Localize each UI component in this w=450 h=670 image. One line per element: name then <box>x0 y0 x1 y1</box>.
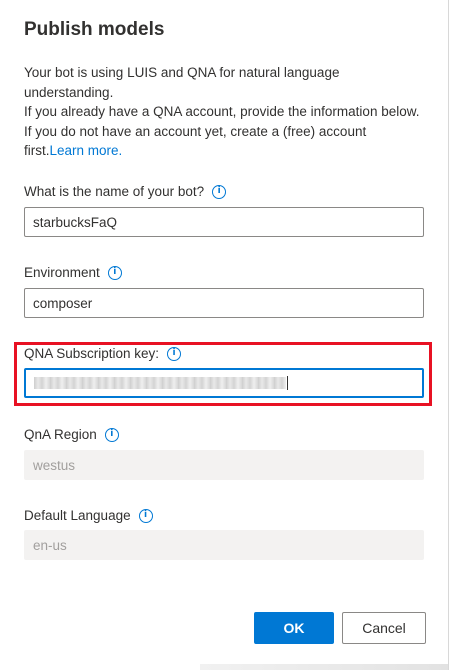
qna-key-input[interactable] <box>24 368 424 398</box>
region-input: westus <box>24 450 424 480</box>
qna-key-label-text: QNA Subscription key: <box>24 346 160 361</box>
bot-name-label: What is the name of your bot? i <box>24 184 227 199</box>
environment-value: composer <box>33 295 93 311</box>
bot-name-value: starbucksFaQ <box>33 214 118 230</box>
info-icon[interactable]: i <box>104 427 119 442</box>
info-icon[interactable]: i <box>107 265 122 280</box>
description-line-2: If you already have a QNA account, provi… <box>24 102 424 161</box>
description-line-1: Your bot is using LUIS and QNA for natur… <box>24 65 340 100</box>
dialog-description: Your bot is using LUIS and QNA for natur… <box>24 63 424 161</box>
dialog-title: Publish models <box>24 19 165 40</box>
qna-key-label: QNA Subscription key: i <box>24 346 182 361</box>
qna-key-masked-value <box>34 377 286 389</box>
language-label: Default Language i <box>24 508 153 523</box>
region-value: westus <box>33 457 76 473</box>
environment-label-text: Environment <box>24 265 100 280</box>
ok-button[interactable]: OK <box>254 612 334 644</box>
cancel-button[interactable]: Cancel <box>342 612 426 644</box>
language-input: en-us <box>24 530 424 560</box>
region-label-text: QnA Region <box>24 427 97 442</box>
info-icon[interactable]: i <box>167 346 182 361</box>
info-icon[interactable]: i <box>138 508 153 523</box>
language-value: en-us <box>33 537 67 553</box>
bot-name-input[interactable]: starbucksFaQ <box>24 207 424 237</box>
bot-name-label-text: What is the name of your bot? <box>24 184 205 199</box>
background-page-edge <box>200 664 448 670</box>
info-icon[interactable]: i <box>212 184 227 199</box>
environment-label: Environment i <box>24 265 122 280</box>
region-label: QnA Region i <box>24 427 119 442</box>
publish-models-dialog: Publish models Your bot is using LUIS an… <box>0 0 449 670</box>
text-caret <box>287 376 288 390</box>
language-label-text: Default Language <box>24 508 131 523</box>
environment-input[interactable]: composer <box>24 288 424 318</box>
learn-more-link[interactable]: Learn more. <box>50 143 123 158</box>
